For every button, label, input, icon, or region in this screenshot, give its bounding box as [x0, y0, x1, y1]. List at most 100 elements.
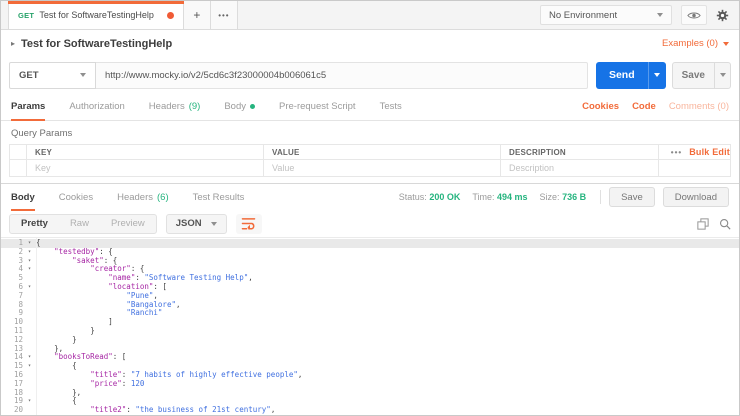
param-row-actions [658, 159, 731, 177]
param-key-input[interactable] [35, 163, 263, 173]
request-tab-pre-request-script[interactable]: Pre-request Script [279, 93, 356, 120]
request-tab-tests[interactable]: Tests [380, 93, 402, 120]
request-title: Test for SoftwareTestingHelp [21, 37, 173, 50]
code-line-18[interactable]: 18 }, [1, 387, 739, 398]
copy-response-button[interactable] [697, 217, 709, 230]
param-value-input[interactable] [272, 163, 500, 173]
request-window-tab[interactable]: GET Test for SoftwareTestingHelp [8, 1, 184, 29]
save-request-button[interactable]: Save [673, 63, 714, 88]
tab-strip: GET Test for SoftwareTestingHelp + ••• N… [1, 1, 739, 30]
http-method-selector[interactable]: GET [9, 61, 96, 89]
link-comments-0[interactable]: Comments (0) [669, 101, 729, 112]
tab-label: Tests [379, 101, 402, 112]
examples-dropdown[interactable]: Examples (0) [662, 38, 729, 49]
wrap-text-button[interactable] [235, 213, 262, 234]
fold-toggle-icon[interactable]: ▾ [23, 353, 36, 362]
tab-label: Test Results [192, 191, 245, 203]
fold-toggle-icon[interactable]: ▾ [23, 265, 36, 274]
json-key: "name" [108, 273, 136, 283]
response-meta: Status: 200 OK Time: 494 ms Size: 736 B [399, 192, 586, 202]
request-tab-authorization[interactable]: Authorization [69, 93, 124, 120]
code-line-12[interactable]: 12 } [1, 334, 739, 345]
query-params-title: Query Params [11, 128, 73, 139]
response-tab-test-results[interactable]: Test Results [193, 184, 245, 210]
tab-label: Headers [148, 101, 185, 112]
code-line-11[interactable]: 11 } [1, 326, 739, 336]
response-tab-body[interactable]: Body [11, 184, 35, 211]
fold-toggle-icon[interactable]: ▾ [23, 239, 36, 248]
json-punctuation: : { [103, 255, 118, 265]
json-key: "booksToRead" [54, 352, 113, 362]
view-mode-preview[interactable]: Preview [100, 215, 156, 233]
fold-toggle-icon[interactable]: ▾ [23, 397, 36, 406]
workspace-controls: No Environment [540, 1, 739, 29]
chevron-down-icon [210, 221, 217, 226]
json-number: 120 [130, 378, 145, 388]
gear-icon [716, 9, 729, 21]
save-response-button[interactable]: Save [609, 187, 655, 207]
disclosure-triangle-icon[interactable]: ▸ [11, 39, 15, 48]
json-punctuation: , [270, 405, 276, 415]
fold-toggle-icon[interactable]: ▾ [23, 257, 36, 266]
json-punctuation: }, [72, 387, 82, 397]
chevron-down-icon [80, 73, 86, 77]
response-body-editor[interactable]: 1 ▾{2 ▾ "testedby": {3 ▾ "saket": {4 ▾ "crea… [1, 238, 739, 415]
json-punctuation: : [121, 369, 131, 379]
view-mode-raw[interactable]: Raw [59, 215, 100, 233]
params-menu-button[interactable]: ••• [671, 148, 682, 157]
postman-window: GET Test for SoftwareTestingHelp + ••• N… [0, 0, 740, 416]
json-punctuation: , [175, 299, 181, 309]
request-tab-params[interactable]: Params [11, 93, 46, 121]
request-url-input[interactable] [96, 61, 588, 89]
code-text: "Ranchi" [36, 308, 739, 318]
param-description-input[interactable] [509, 163, 658, 173]
fold-toggle-icon[interactable]: ▾ [23, 248, 36, 257]
code-text: { [36, 238, 739, 248]
send-button[interactable]: Send [596, 62, 648, 89]
row-handle-column [9, 144, 27, 160]
json-punctuation: , [297, 369, 303, 379]
json-punctuation: ] [108, 317, 113, 327]
request-tab-headers[interactable]: Headers (9) [149, 93, 201, 120]
new-tab-button[interactable]: + [183, 1, 211, 29]
bulk-edit-link[interactable]: Bulk Edit [689, 147, 730, 157]
settings-button[interactable] [716, 9, 729, 22]
link-cookies[interactable]: Cookies [582, 101, 619, 112]
fold-toggle-icon[interactable]: ▾ [23, 362, 36, 371]
search-response-button[interactable] [719, 218, 731, 230]
tab-label: Cookies [58, 191, 94, 203]
chevron-down-icon [654, 73, 661, 77]
link-code[interactable]: Code [632, 101, 656, 112]
json-punctuation: } [72, 334, 77, 344]
view-mode-pretty[interactable]: Pretty [10, 215, 59, 233]
code-line-10[interactable]: 10 ] [1, 317, 739, 327]
request-tab-body[interactable]: Body [224, 93, 255, 120]
fold-toggle-icon[interactable]: ▾ [23, 283, 36, 292]
tab-options-button[interactable]: ••• [210, 1, 238, 29]
response-tab-cookies[interactable]: Cookies [59, 184, 93, 210]
row-drag-handle[interactable] [9, 159, 27, 177]
send-options-button[interactable] [647, 61, 666, 89]
code-line-14[interactable]: 14 ▾ "booksToRead": [ [1, 352, 739, 362]
environment-quick-look-button[interactable] [681, 5, 707, 25]
json-punctuation: , [153, 290, 158, 300]
environment-selector[interactable]: No Environment [540, 5, 672, 25]
save-options-button[interactable] [714, 62, 730, 88]
response-meta-area: Status: 200 OK Time: 494 ms Size: 736 B Sa… [399, 184, 729, 210]
download-response-button[interactable]: Download [662, 187, 729, 207]
language-selector[interactable]: JSON [165, 213, 227, 234]
code-line-17[interactable]: 17 "price": 120 [1, 378, 739, 389]
response-tab-headers[interactable]: Headers (6) [117, 184, 169, 210]
tab-count-badge: (9) [188, 101, 201, 112]
